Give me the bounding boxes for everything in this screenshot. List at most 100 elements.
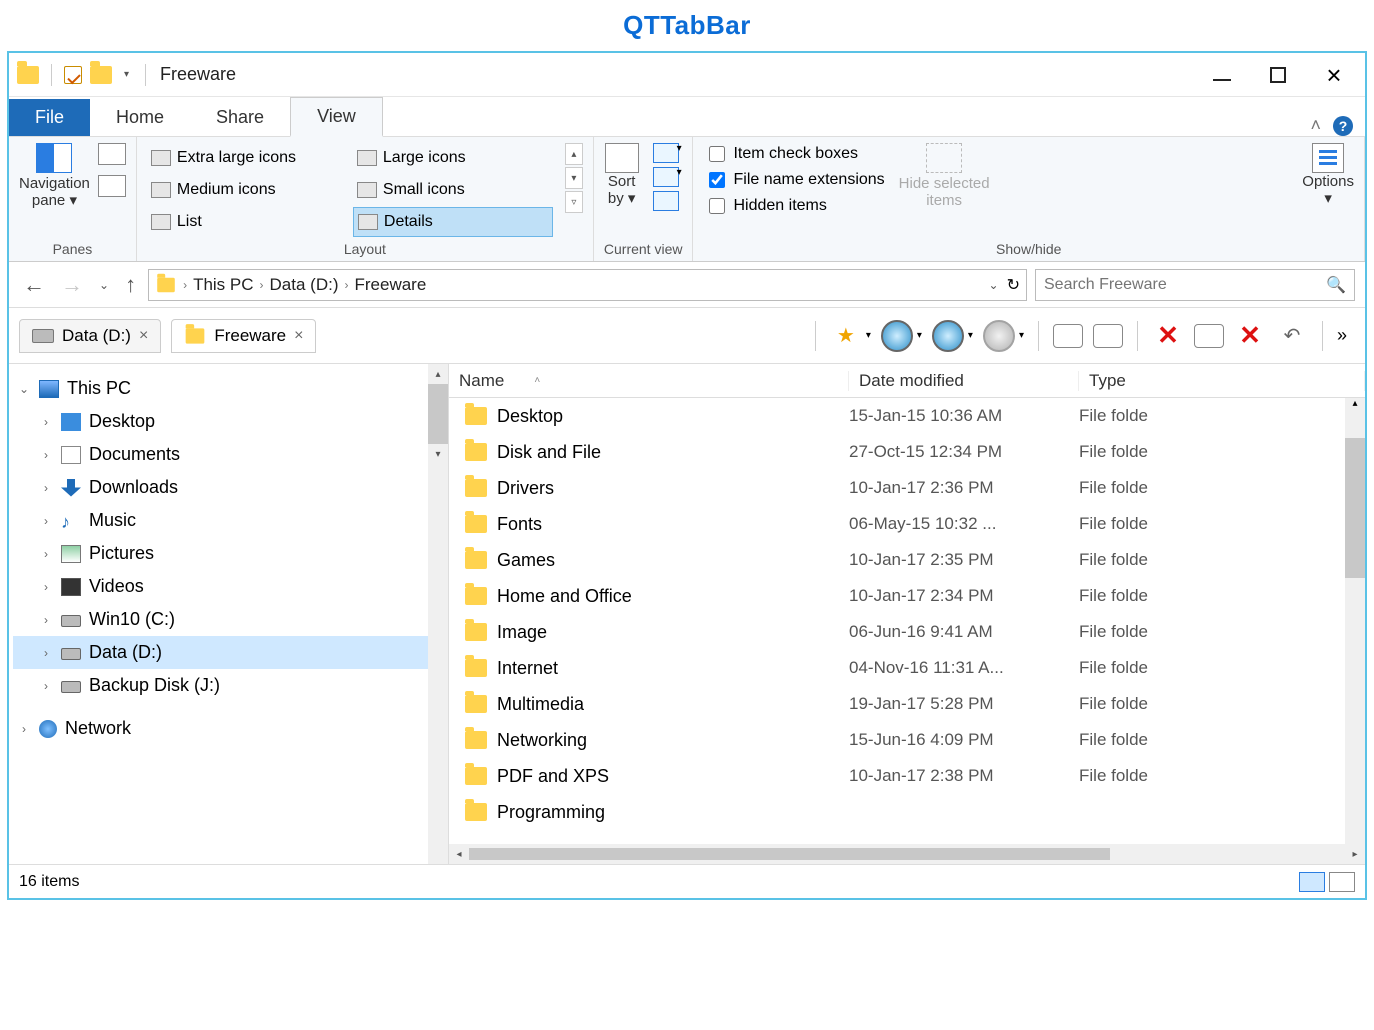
- expand-icon[interactable]: ›: [17, 722, 31, 736]
- group-by-button[interactable]: [653, 143, 679, 163]
- layout-details[interactable]: Details: [353, 207, 553, 237]
- tree-scrollbar[interactable]: ▴▾: [428, 364, 448, 864]
- close-window-icon[interactable]: [1194, 324, 1224, 348]
- preview-pane-button[interactable]: [98, 143, 126, 165]
- expand-icon[interactable]: ›: [39, 580, 53, 594]
- layout-medium[interactable]: Medium icons: [147, 175, 347, 205]
- collapse-icon[interactable]: ⌄: [17, 382, 31, 396]
- refresh-button[interactable]: ↻: [1007, 275, 1020, 295]
- add-columns-button[interactable]: [653, 167, 679, 187]
- search-input[interactable]: [1044, 276, 1326, 294]
- undo-close-icon[interactable]: ↶: [1276, 320, 1308, 352]
- address-bar[interactable]: › This PC › Data (D:) › Freeware ⌄ ↻: [148, 269, 1027, 301]
- layout-large[interactable]: Large icons: [353, 143, 553, 173]
- search-box[interactable]: 🔍: [1035, 269, 1355, 301]
- expand-icon[interactable]: ›: [39, 547, 53, 561]
- dropdown-icon[interactable]: ▾: [917, 330, 922, 341]
- breadcrumb[interactable]: This PC: [193, 275, 253, 295]
- chevron-right-icon[interactable]: ›: [183, 278, 187, 292]
- list-vertical-scrollbar[interactable]: ▴: [1345, 398, 1365, 844]
- tree-item[interactable]: ›Desktop: [13, 405, 444, 438]
- share-tab[interactable]: Share: [190, 99, 290, 136]
- expand-icon[interactable]: ›: [39, 481, 53, 495]
- qat-customize-dropdown[interactable]: ▾: [120, 69, 133, 80]
- new-window-icon[interactable]: [1053, 324, 1083, 348]
- expand-icon[interactable]: ›: [39, 415, 53, 429]
- list-horizontal-scrollbar[interactable]: ◂▸: [449, 844, 1365, 864]
- file-row[interactable]: Disk and File27-Oct-15 12:34 PMFile fold…: [449, 434, 1365, 470]
- file-row[interactable]: PDF and XPS10-Jan-17 2:38 PMFile folde: [449, 758, 1365, 794]
- hidden-items-toggle[interactable]: Hidden items: [709, 197, 884, 215]
- file-row[interactable]: Home and Office10-Jan-17 2:34 PMFile fol…: [449, 578, 1365, 614]
- breadcrumb[interactable]: Data (D:): [270, 275, 339, 295]
- close-button[interactable]: ×: [1321, 62, 1347, 88]
- dropdown-icon[interactable]: ▾: [677, 167, 682, 187]
- history-back-icon[interactable]: [881, 320, 913, 352]
- options-button[interactable]: Options▾: [1302, 143, 1354, 208]
- file-row[interactable]: Internet04-Nov-16 11:31 A...File folde: [449, 650, 1365, 686]
- dropdown-icon[interactable]: ▾: [677, 143, 682, 163]
- layout-small[interactable]: Small icons: [353, 175, 553, 205]
- file-row[interactable]: Image06-Jun-16 9:41 AMFile folde: [449, 614, 1365, 650]
- expand-icon[interactable]: ›: [39, 514, 53, 528]
- tree-item[interactable]: ›Videos: [13, 570, 444, 603]
- back-button[interactable]: ←: [19, 272, 49, 298]
- file-tab[interactable]: File: [9, 99, 90, 136]
- maximize-button[interactable]: [1265, 62, 1291, 88]
- file-row[interactable]: Networking15-Jun-16 4:09 PMFile folde: [449, 722, 1365, 758]
- qt-tab-data-d[interactable]: Data (D:) ×: [19, 319, 161, 353]
- file-row[interactable]: Drivers10-Jan-17 2:36 PMFile folde: [449, 470, 1365, 506]
- view-tab[interactable]: View: [290, 97, 383, 137]
- address-history-dropdown[interactable]: ⌄: [989, 278, 999, 292]
- expand-icon[interactable]: ›: [39, 613, 53, 627]
- dropdown-icon[interactable]: ▾: [866, 330, 871, 341]
- collapse-ribbon-button[interactable]: ˄: [1310, 115, 1321, 136]
- gallery-scroll-down[interactable]: ▾: [565, 167, 583, 189]
- qt-tab-freeware[interactable]: Freeware ×: [171, 319, 316, 353]
- tree-item[interactable]: ›Documents: [13, 438, 444, 471]
- expand-icon[interactable]: ›: [39, 448, 53, 462]
- clone-tab-icon[interactable]: [1093, 324, 1123, 348]
- chevron-right-icon[interactable]: ›: [260, 278, 264, 292]
- up-button[interactable]: ↑: [121, 272, 140, 298]
- expand-icon[interactable]: ›: [39, 679, 53, 693]
- column-type[interactable]: Type: [1079, 371, 1365, 391]
- file-name-extensions-toggle[interactable]: File name extensions: [709, 171, 884, 189]
- file-row[interactable]: Programming: [449, 794, 1365, 830]
- expand-icon[interactable]: ›: [39, 646, 53, 660]
- sort-by-button[interactable]: Sort by ▾: [605, 143, 639, 208]
- tree-network[interactable]: › Network: [13, 712, 444, 745]
- gallery-scroll-up[interactable]: ▴: [565, 143, 583, 165]
- thumbnails-view-toggle[interactable]: [1329, 872, 1355, 892]
- file-row[interactable]: Games10-Jan-17 2:35 PMFile folde: [449, 542, 1365, 578]
- tree-item[interactable]: ›Downloads: [13, 471, 444, 504]
- details-view-toggle[interactable]: [1299, 872, 1325, 892]
- recent-icon[interactable]: [983, 320, 1015, 352]
- file-row[interactable]: Multimedia19-Jan-17 5:28 PMFile folde: [449, 686, 1365, 722]
- tree-item[interactable]: ›Win10 (C:): [13, 603, 444, 636]
- layout-extra-large[interactable]: Extra large icons: [147, 143, 347, 173]
- new-folder-icon[interactable]: [90, 66, 112, 84]
- gallery-expand[interactable]: ▿: [565, 191, 583, 213]
- favorite-icon[interactable]: ★: [830, 320, 862, 352]
- dropdown-icon[interactable]: ▾: [1019, 330, 1024, 341]
- tree-this-pc[interactable]: ⌄ This PC: [13, 372, 444, 405]
- layout-list[interactable]: List: [147, 207, 347, 237]
- navigation-pane-button[interactable]: Navigation pane ▾: [19, 143, 90, 210]
- column-date[interactable]: Date modified: [849, 371, 1079, 391]
- minimize-button[interactable]: [1209, 62, 1235, 88]
- file-row[interactable]: Desktop15-Jan-15 10:36 AMFile folde: [449, 398, 1365, 434]
- recent-locations-dropdown[interactable]: ⌄: [95, 278, 113, 292]
- chevron-right-icon[interactable]: ›: [345, 278, 349, 292]
- search-icon[interactable]: 🔍: [1326, 275, 1346, 295]
- tree-item[interactable]: ›♪Music: [13, 504, 444, 537]
- size-columns-button[interactable]: [653, 191, 679, 211]
- overflow-button[interactable]: »: [1337, 325, 1347, 346]
- tree-item[interactable]: ›Backup Disk (J:): [13, 669, 444, 702]
- column-name[interactable]: Name˄: [449, 371, 849, 391]
- details-pane-button[interactable]: [98, 175, 126, 197]
- tab-close-button[interactable]: ×: [294, 327, 303, 345]
- dropdown-icon[interactable]: ▾: [968, 330, 973, 341]
- close-all-icon[interactable]: ✕: [1234, 320, 1266, 352]
- tree-item[interactable]: ›Data (D:): [13, 636, 444, 669]
